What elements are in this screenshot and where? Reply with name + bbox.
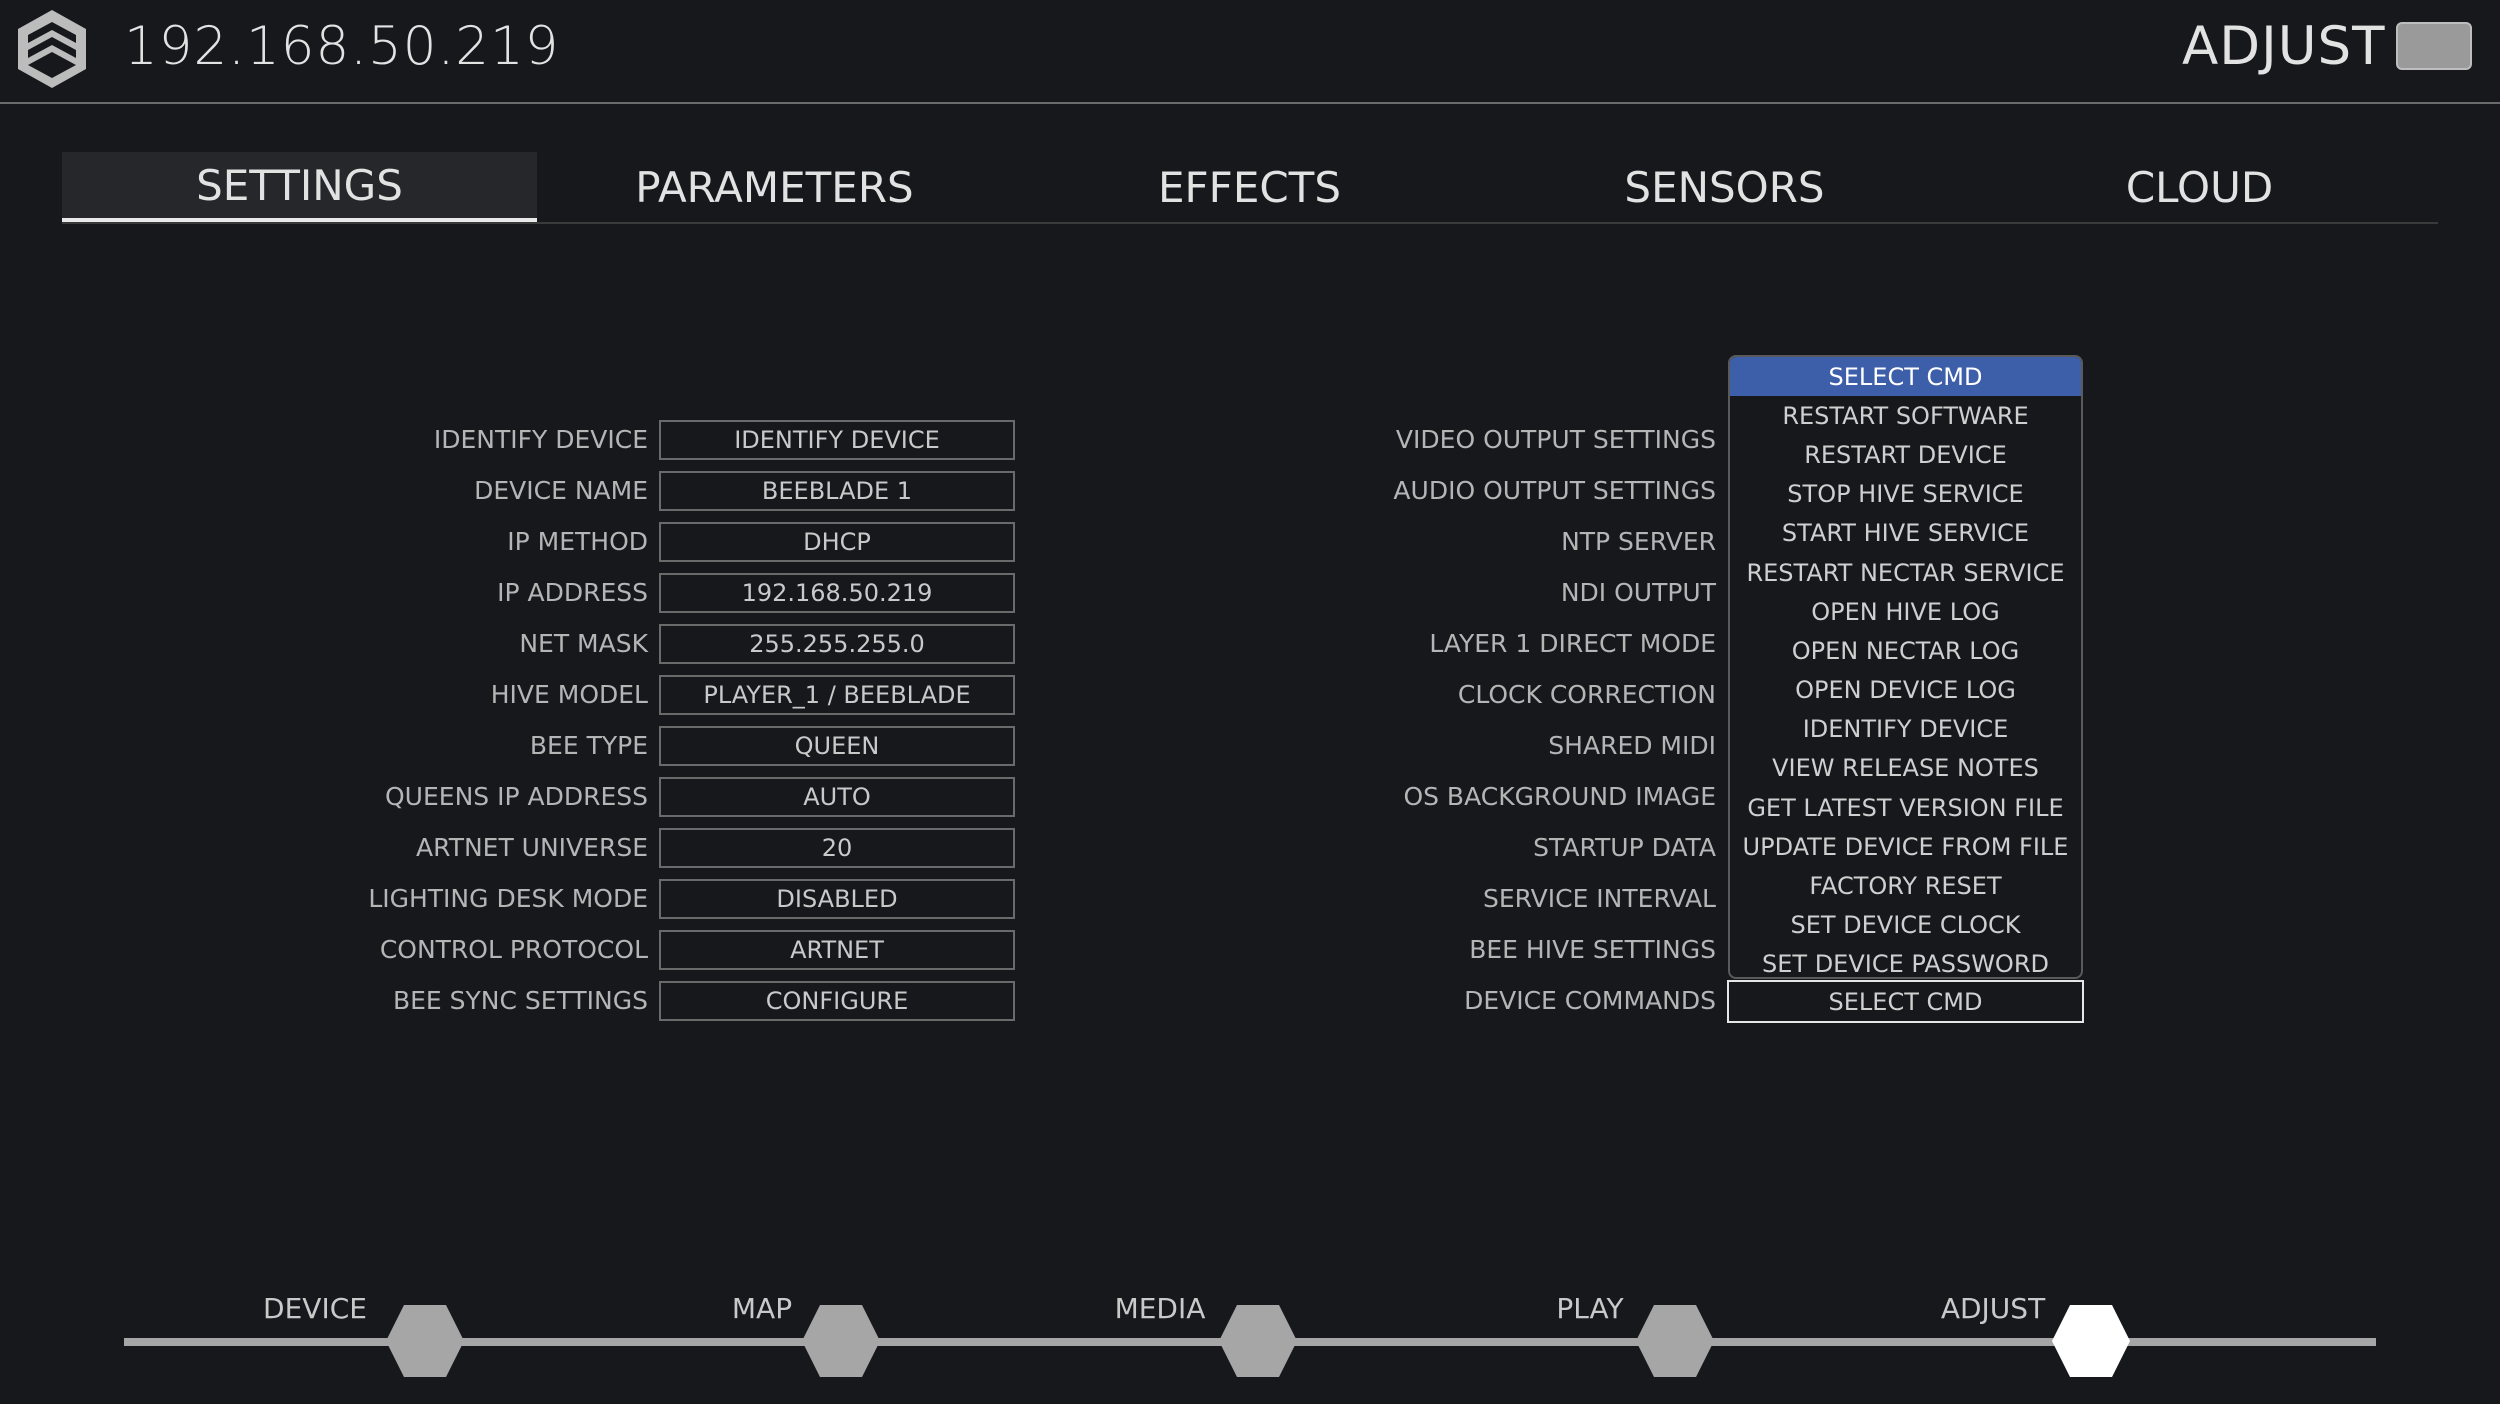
dropdown-option-set-device-password[interactable]: SET DEVICE PASSWORD (1730, 945, 2081, 977)
top-bar: 192.168.50.219 ADJUST (0, 0, 2500, 104)
label-bee-type: BEE TYPE (529, 731, 648, 760)
label-device-name: DEVICE NAME (474, 476, 648, 505)
label-control-protocol: CONTROL PROTOCOL (379, 935, 648, 964)
dropdown-option-restart-nectar-service[interactable]: RESTART NECTAR SERVICE (1730, 553, 2081, 592)
dropdown-option-start-hive-service[interactable]: START HIVE SERVICE (1730, 514, 2081, 553)
label-video-output-settings: VIDEO OUTPUT SETTINGS (1395, 425, 1716, 454)
mode-title: ADJUST (2182, 16, 2386, 77)
tab-cloud[interactable]: CLOUD (1962, 152, 2437, 222)
stage-label-play: PLAY (1556, 1292, 1624, 1325)
field-net-mask[interactable]: 255.255.255.0 (659, 624, 1015, 664)
label-startup-data: STARTUP DATA (1533, 833, 1716, 862)
label-queens-ip-address: QUEENS IP ADDRESS (385, 782, 648, 811)
dropdown-option-open-nectar-log[interactable]: OPEN NECTAR LOG (1730, 631, 2081, 670)
field-lighting-desk-mode[interactable]: DISABLED (659, 879, 1015, 919)
tab-parameters[interactable]: PARAMETERS (537, 152, 1012, 222)
stage-label-media: MEDIA (1114, 1292, 1206, 1325)
dropdown-option-set-device-clock[interactable]: SET DEVICE CLOCK (1730, 906, 2081, 945)
mode-toggle-button[interactable] (2396, 22, 2472, 70)
label-bee-hive-settings: BEE HIVE SETTINGS (1469, 935, 1716, 964)
label-artnet-universe: ARTNET UNIVERSE (416, 833, 648, 862)
dropdown-option-stop-hive-service[interactable]: STOP HIVE SERVICE (1730, 475, 2081, 514)
device-ip-title: 192.168.50.219 (124, 16, 560, 77)
tab-sensors[interactable]: SENSORS (1487, 152, 1962, 222)
field-bee-type[interactable]: QUEEN (659, 726, 1015, 766)
dropdown-option-select-cmd[interactable]: SELECT CMD (1730, 357, 2081, 397)
stage-hexagon-map-icon[interactable] (800, 1303, 882, 1379)
field-artnet-universe[interactable]: 20 (659, 828, 1015, 868)
field-device-name[interactable]: BEEBLADE 1 (659, 471, 1015, 511)
label-ntp-server: NTP SERVER (1561, 527, 1716, 556)
label-layer-1-direct-mode: LAYER 1 DIRECT MODE (1429, 629, 1716, 658)
label-net-mask: NET MASK (519, 629, 648, 658)
label-bee-sync-settings: BEE SYNC SETTINGS (392, 986, 648, 1015)
field-hive-model[interactable]: PLAYER_1 / BEEBLADE (659, 675, 1015, 715)
stage-hexagon-adjust-icon[interactable] (2050, 1303, 2132, 1379)
dropdown-option-get-latest-version-file[interactable]: GET LATEST VERSION FILE (1730, 788, 2081, 827)
label-shared-midi: SHARED MIDI (1548, 731, 1716, 760)
device-commands-dropdown[interactable]: SELECT CMD RESTART SOFTWARE RESTART DEVICE… (1728, 355, 2083, 979)
stage-hexagon-device-icon[interactable] (384, 1303, 466, 1379)
stage-label-map: MAP (731, 1292, 793, 1325)
label-ip-method: IP METHOD (507, 527, 648, 556)
device-commands-select[interactable]: SELECT CMD (1727, 980, 2084, 1023)
dropdown-option-open-device-log[interactable]: OPEN DEVICE LOG (1730, 671, 2081, 710)
dropdown-option-open-hive-log[interactable]: OPEN HIVE LOG (1730, 592, 2081, 631)
stage-hexagon-media-icon[interactable] (1217, 1303, 1299, 1379)
label-os-background-image: OS BACKGROUND IMAGE (1403, 782, 1716, 811)
stage-hexagon-play-icon[interactable] (1634, 1303, 1716, 1379)
field-ip-address[interactable]: 192.168.50.219 (659, 573, 1015, 613)
field-bee-sync-settings[interactable]: CONFIGURE (659, 981, 1015, 1021)
dropdown-option-identify-device[interactable]: IDENTIFY DEVICE (1730, 710, 2081, 749)
dropdown-option-restart-software[interactable]: RESTART SOFTWARE (1730, 396, 2081, 435)
tab-bar: SETTINGS PARAMETERS EFFECTS SENSORS CLOU… (62, 152, 2438, 224)
label-clock-correction: CLOCK CORRECTION (1457, 680, 1716, 709)
dropdown-option-factory-reset[interactable]: FACTORY RESET (1730, 866, 2081, 905)
label-service-interval: SERVICE INTERVAL (1482, 884, 1716, 913)
field-queens-ip-address[interactable]: AUTO (659, 777, 1015, 817)
field-identify-device[interactable]: IDENTIFY DEVICE (659, 420, 1015, 460)
label-ip-address: IP ADDRESS (497, 578, 648, 607)
label-hive-model: HIVE MODEL (490, 680, 648, 709)
tab-effects[interactable]: EFFECTS (1012, 152, 1487, 222)
dropdown-option-restart-device[interactable]: RESTART DEVICE (1730, 435, 2081, 474)
tab-settings[interactable]: SETTINGS (62, 152, 537, 222)
label-identify-device: IDENTIFY DEVICE (433, 425, 648, 454)
field-ip-method[interactable]: DHCP (659, 522, 1015, 562)
label-ndi-output: NDI OUTPUT (1560, 578, 1716, 607)
stage-label-device: DEVICE (263, 1292, 367, 1325)
hive-logo-icon[interactable] (16, 8, 88, 90)
label-device-commands: DEVICE COMMANDS (1464, 986, 1716, 1015)
stage-label-adjust: ADJUST (1940, 1292, 2046, 1325)
dropdown-option-update-device-from-file[interactable]: UPDATE DEVICE FROM FILE (1730, 827, 2081, 866)
field-control-protocol[interactable]: ARTNET (659, 930, 1015, 970)
dropdown-option-view-release-notes[interactable]: VIEW RELEASE NOTES (1730, 749, 2081, 788)
label-audio-output-settings: AUDIO OUTPUT SETTINGS (1393, 476, 1716, 505)
label-lighting-desk-mode: LIGHTING DESK MODE (368, 884, 648, 913)
